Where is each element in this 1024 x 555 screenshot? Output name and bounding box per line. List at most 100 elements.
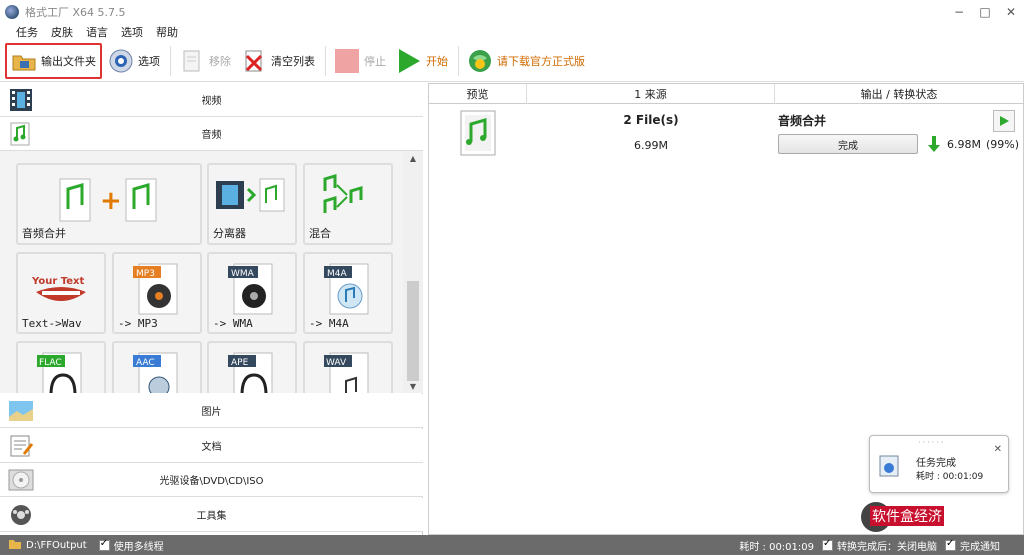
category-disc-label: 光驱设备\DVD\CD\ISO <box>159 476 264 487</box>
tile-to-m4a[interactable]: M4A -> M4A <box>303 252 393 334</box>
menu-task[interactable]: 任务 <box>16 24 38 40</box>
notify-checkbox[interactable] <box>945 538 956 551</box>
options-label: 选项 <box>138 54 160 68</box>
tile-audio-merge[interactable]: + 音频合并 <box>16 163 202 245</box>
close-icon[interactable]: ✕ <box>994 444 1002 455</box>
tile-badge: MP3 <box>136 269 155 279</box>
column-preview[interactable]: 预览 <box>429 84 527 104</box>
multithread-checkbox[interactable] <box>98 538 110 551</box>
menu-skin[interactable]: 皮肤 <box>51 24 73 40</box>
text-to-wav-icon: Your Text <box>31 276 86 301</box>
folder-icon <box>11 48 37 74</box>
tile-to-ape[interactable]: APE <box>207 341 297 393</box>
category-picture[interactable]: 图片 <box>0 394 423 428</box>
task-row[interactable]: 2 File(s) 6.99M 音频合并 完成 6.98M (99%) <box>429 105 1023 163</box>
status-bar: D:\FFOutput 使用多线程 耗时 : 00:01:09 转换完成后：关闭… <box>0 535 1024 555</box>
output-folder-button[interactable]: 输出文件夹 <box>5 42 102 79</box>
output-folder-label: 输出文件夹 <box>41 54 96 68</box>
scroll-up-icon[interactable]: ▲ <box>403 151 423 165</box>
options-button[interactable]: 选项 <box>104 43 164 79</box>
category-toolbox[interactable]: 工具集 <box>0 498 423 532</box>
shutdown-checkbox[interactable] <box>822 538 833 551</box>
toolbar-separator <box>458 45 459 76</box>
remove-button[interactable]: 移除 <box>175 43 235 79</box>
tile-label: 分离器 <box>213 227 246 240</box>
category-document[interactable]: 文档 <box>0 429 423 463</box>
tile-to-wav[interactable]: WAV <box>303 341 393 393</box>
disc-icon <box>8 468 34 492</box>
down-arrow-icon <box>928 136 940 155</box>
tile-label: -> M4A <box>309 317 349 330</box>
notification-title: 任务完成 <box>916 458 956 469</box>
scroll-down-icon[interactable]: ▼ <box>403 379 423 393</box>
start-button[interactable]: 开始 <box>392 43 452 79</box>
tile-label: 混合 <box>309 227 331 240</box>
column-source[interactable]: 1 来源 <box>527 84 775 104</box>
tile-badge: FLAC <box>39 358 62 368</box>
audio-tool-grid: + 音频合并 分离器 混合 Your Text Text->Wav MP3 ->… <box>0 151 403 393</box>
picture-icon <box>8 399 34 423</box>
start-label: 开始 <box>426 54 448 68</box>
minimize-button[interactable]: − <box>946 0 972 24</box>
maximize-button[interactable]: □ <box>972 0 998 24</box>
toolbar-separator <box>325 45 326 76</box>
category-video-label: 视频 <box>201 96 222 107</box>
tile-badge: WMA <box>231 269 255 279</box>
tile-label: Text->Wav <box>22 317 82 330</box>
play-icon <box>396 48 422 74</box>
task-table-header: 预览 1 来源 输出 / 转换状态 <box>429 84 1023 104</box>
window-title: 格式工厂 X64 5.7.5 <box>25 6 126 19</box>
close-button[interactable]: ✕ <box>998 0 1024 24</box>
play-icon <box>1000 116 1009 126</box>
source-file-count: 2 File(s) <box>623 113 679 127</box>
column-output-status[interactable]: 输出 / 转换状态 <box>775 84 1023 104</box>
task-icon <box>878 454 904 481</box>
audio-file-preview-icon <box>457 108 501 161</box>
status-button[interactable]: 完成 <box>778 134 918 154</box>
clear-list-icon <box>241 48 267 74</box>
multithread-label: 使用多线程 <box>113 541 164 553</box>
toolbox-icon <box>8 503 34 527</box>
category-toolbox-label: 工具集 <box>196 511 227 522</box>
scroll-thumb[interactable] <box>407 281 419 381</box>
menu-language[interactable]: 语言 <box>86 24 108 40</box>
category-document-label: 文档 <box>201 442 222 453</box>
menu-options[interactable]: 选项 <box>121 24 143 40</box>
tile-to-flac[interactable]: FLAC <box>16 341 106 393</box>
shutdown-label: 转换完成后：关闭电脑 <box>837 541 937 553</box>
toolbar-separator <box>170 45 171 76</box>
tile-mix[interactable]: 混合 <box>303 163 393 245</box>
clear-list-label: 清空列表 <box>271 54 315 68</box>
tile-to-aac[interactable]: AAC <box>112 341 202 393</box>
toolbar: 输出文件夹 选项 移除 清空列表 停止 开始 请下载官方正式版 <box>0 40 1024 82</box>
clear-list-button[interactable]: 清空列表 <box>237 43 319 79</box>
mix-icon <box>323 173 363 213</box>
ape-icon: APE <box>228 352 273 393</box>
stop-button[interactable]: 停止 <box>330 43 390 79</box>
download-official-button[interactable]: 请下载官方正式版 <box>463 43 589 79</box>
svg-text:+: + <box>100 186 122 216</box>
output-path[interactable]: D:\FFOutput <box>26 540 87 551</box>
tile-badge: M4A <box>327 269 347 279</box>
tile-splitter[interactable]: 分离器 <box>207 163 297 245</box>
tile-to-wma[interactable]: WMA -> WMA <box>207 252 297 334</box>
stop-icon <box>334 48 360 74</box>
category-audio[interactable]: 音频 <box>0 117 423 151</box>
download-official-label: 请下载官方正式版 <box>497 54 585 68</box>
drag-handle[interactable]: ······ <box>918 438 945 447</box>
tile-badge: Your Text <box>31 276 84 287</box>
category-video[interactable]: 视频 <box>0 83 423 117</box>
film-icon <box>8 88 34 112</box>
tile-text-to-wav[interactable]: Your Text Text->Wav <box>16 252 106 334</box>
watermark-logo: 软件盒经济 <box>856 500 986 534</box>
document-icon <box>8 434 34 458</box>
remove-label: 移除 <box>209 54 231 68</box>
tile-to-mp3[interactable]: MP3 -> MP3 <box>112 252 202 334</box>
play-output-button[interactable] <box>993 110 1015 132</box>
tile-scrollbar[interactable]: ▲ ▼ <box>403 151 423 393</box>
elapsed-time: 耗时 : 00:01:09 <box>739 541 814 553</box>
category-disc[interactable]: 光驱设备\DVD\CD\ISO <box>0 463 423 497</box>
tile-label: 音频合并 <box>22 227 66 240</box>
menu-help[interactable]: 帮助 <box>156 24 178 40</box>
options-icon <box>108 48 134 74</box>
